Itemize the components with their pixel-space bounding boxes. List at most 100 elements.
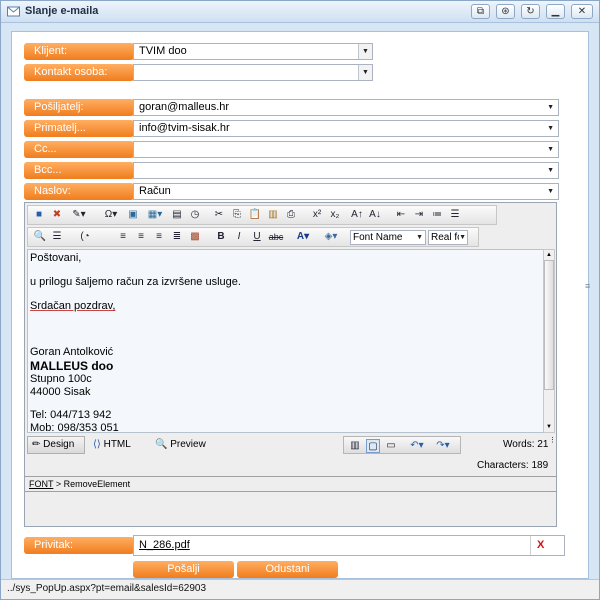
paste-text-icon[interactable]: ▥ [266, 208, 280, 222]
numbered-list-icon[interactable]: ≔ [430, 208, 444, 222]
scroll-up-icon[interactable]: ▲ [544, 250, 554, 260]
subject-label: Naslov: [24, 183, 134, 200]
chevron-down-icon[interactable]: ▼ [547, 184, 554, 199]
font-name-select[interactable]: Font Name ▼ [350, 230, 426, 245]
module-icon[interactable]: ▥ [348, 439, 362, 453]
strikethrough-icon[interactable]: abc [268, 230, 284, 244]
subject-value: Račun [139, 185, 171, 197]
attachment-file-link[interactable]: N_286.pdf [139, 539, 190, 551]
print-icon[interactable]: ⎙ [284, 208, 298, 222]
subscript-icon[interactable]: x₂ [328, 208, 342, 222]
save-icon[interactable]: ■ [32, 208, 46, 222]
font-size-value: Real fc [431, 232, 463, 243]
chevron-down-icon[interactable]: ▼ [547, 163, 554, 178]
font-size-down-icon[interactable]: A↓ [368, 208, 382, 222]
delete-icon[interactable]: ✖ [50, 208, 64, 222]
view-tools: ▥ ▢ ▭ ↶▾ ↷▾ [343, 436, 461, 454]
send-button[interactable]: Pošalji [133, 561, 234, 578]
spellcheck-icon[interactable]: (◔ [78, 230, 92, 244]
status-bar: ../sys_PopUp.aspx?pt=email&salesId=62903 [1, 579, 599, 599]
find-icon[interactable]: 🔍 [32, 230, 48, 244]
resize-grip-icon[interactable]: ≡ [585, 281, 590, 291]
path-font-link[interactable]: FONT [29, 479, 53, 489]
font-color-icon[interactable]: A▾ [292, 230, 314, 244]
format-brush-icon[interactable]: ✎▾ [68, 208, 90, 222]
bullet-list-icon[interactable]: ☰ [448, 208, 462, 222]
attachment-field: N_286.pdf X [133, 535, 565, 556]
align-left-icon[interactable]: ≡ [116, 230, 130, 244]
fullscreen-icon[interactable]: ▢ [366, 439, 380, 453]
recipient-label[interactable]: Primatelj... [24, 120, 134, 137]
indent-icon[interactable]: ⇥ [412, 208, 426, 222]
status-url: ../sys_PopUp.aspx?pt=email&salesId=62903 [7, 583, 207, 594]
superscript-icon[interactable]: x² [310, 208, 324, 222]
client-select[interactable]: TVIM doo ▼ [133, 43, 373, 60]
chevron-down-icon[interactable]: ▼ [416, 231, 423, 244]
chevron-down-icon[interactable]: ▼ [358, 65, 372, 80]
chevron-down-icon[interactable]: ▼ [547, 142, 554, 157]
refresh-icon[interactable]: ↻ [521, 4, 540, 19]
chevron-down-icon[interactable]: ▼ [358, 44, 372, 59]
editor-scrollbar[interactable]: ▲ ▼ [543, 249, 555, 433]
minimize-icon[interactable]: ▁ [546, 4, 565, 19]
undo-icon[interactable]: ↶▾ [406, 439, 428, 453]
restore-icon[interactable]: ⧉ [471, 4, 490, 19]
toggle-borders-icon[interactable]: ▭ [384, 439, 398, 453]
align-right-icon[interactable]: ≡ [152, 230, 166, 244]
font-size-up-icon[interactable]: A↑ [350, 208, 364, 222]
title-bar: Slanje e-maila ⧉ ⊛ ↻ ▁ ✕ [1, 1, 599, 23]
close-icon[interactable]: ✕ [571, 4, 593, 19]
clock-icon[interactable]: ◷ [188, 208, 202, 222]
redo-icon[interactable]: ↷▾ [432, 439, 454, 453]
subject-field[interactable]: Račun ▼ [133, 183, 559, 200]
cc-label[interactable]: Cc... [24, 141, 134, 158]
resize-icon[interactable]: ⋮ [549, 436, 556, 444]
highlight-icon[interactable]: ◈▾ [320, 230, 342, 244]
align-icon[interactable]: ☰ [50, 230, 64, 244]
chevron-down-icon[interactable]: ▼ [547, 121, 554, 136]
editor-toolbar-top: ■ ✖ ✎▾ Ω▾ ▣ ▦▾ ▤ ◷ ✂ ⎘ 📋 ▥ ⎙ x² x₂ A↑ A↓… [27, 205, 497, 225]
editor-toolbar-bottom: 🔍 ☰ (◔ ≡ ≡ ≡ ≣ ▩ B I U abc A▾ ◈▾ Font Na… [27, 227, 479, 247]
italic-icon[interactable]: I [232, 230, 246, 244]
bcc-label[interactable]: Bcc... [24, 162, 134, 179]
character-count: Characters: 189 [477, 460, 549, 471]
body-line: Tel: 044/713 942 [30, 409, 112, 421]
underline-icon[interactable]: U [250, 230, 264, 244]
bold-icon[interactable]: B [214, 230, 228, 244]
pin-icon[interactable]: ⊛ [496, 4, 515, 19]
body-line: u prilogu šaljemo račun za izvršene uslu… [30, 276, 241, 288]
preview-mode-button[interactable]: 🔍 Preview [155, 438, 206, 452]
special-char-icon[interactable]: Ω▾ [100, 208, 122, 222]
document-icon[interactable]: ▤ [170, 208, 184, 222]
recipient-field[interactable]: info@tvim-sisak.hr ▼ [133, 120, 559, 137]
design-mode-button[interactable]: ✏ Design [27, 436, 85, 454]
cc-field[interactable]: ▼ [133, 141, 559, 158]
sender-field[interactable]: goran@malleus.hr ▼ [133, 99, 559, 116]
bcc-field[interactable]: ▼ [133, 162, 559, 179]
outdent-icon[interactable]: ⇤ [394, 208, 408, 222]
paste-icon[interactable]: 📋 [248, 208, 262, 222]
body-line: Srdačan pozdrav, [30, 300, 116, 312]
editor-content[interactable]: Poštovani, u prilogu šaljemo račun za iz… [27, 249, 546, 433]
email-dialog-window: Slanje e-maila ⧉ ⊛ ↻ ▁ ✕ Klijent: TVIM d… [0, 0, 600, 600]
table-icon[interactable]: ▦▾ [144, 208, 166, 222]
path-remove-element[interactable]: RemoveElement [64, 479, 131, 489]
paragraph-icon[interactable]: ▩ [188, 230, 202, 244]
chevron-down-icon[interactable]: ▼ [459, 231, 466, 244]
cancel-button[interactable]: Odustani [237, 561, 338, 578]
scroll-down-icon[interactable]: ▼ [544, 422, 554, 432]
scroll-thumb[interactable] [544, 260, 554, 390]
cut-icon[interactable]: ✂ [212, 208, 226, 222]
image-icon[interactable]: ▣ [126, 208, 140, 222]
html-mode-button[interactable]: ⟨⟩ HTML [93, 438, 131, 452]
chevron-down-icon[interactable]: ▼ [547, 100, 554, 115]
align-center-icon[interactable]: ≡ [134, 230, 148, 244]
client-value: TVIM doo [139, 45, 187, 57]
remove-attachment-icon[interactable]: X [537, 536, 544, 555]
sender-label[interactable]: Pošiljatelj: [24, 99, 134, 116]
email-icon [7, 6, 20, 17]
justify-icon[interactable]: ≣ [170, 230, 184, 244]
contact-select[interactable]: ▼ [133, 64, 373, 81]
font-size-select[interactable]: Real fc ▼ [428, 230, 468, 245]
copy-icon[interactable]: ⎘ [230, 208, 244, 222]
